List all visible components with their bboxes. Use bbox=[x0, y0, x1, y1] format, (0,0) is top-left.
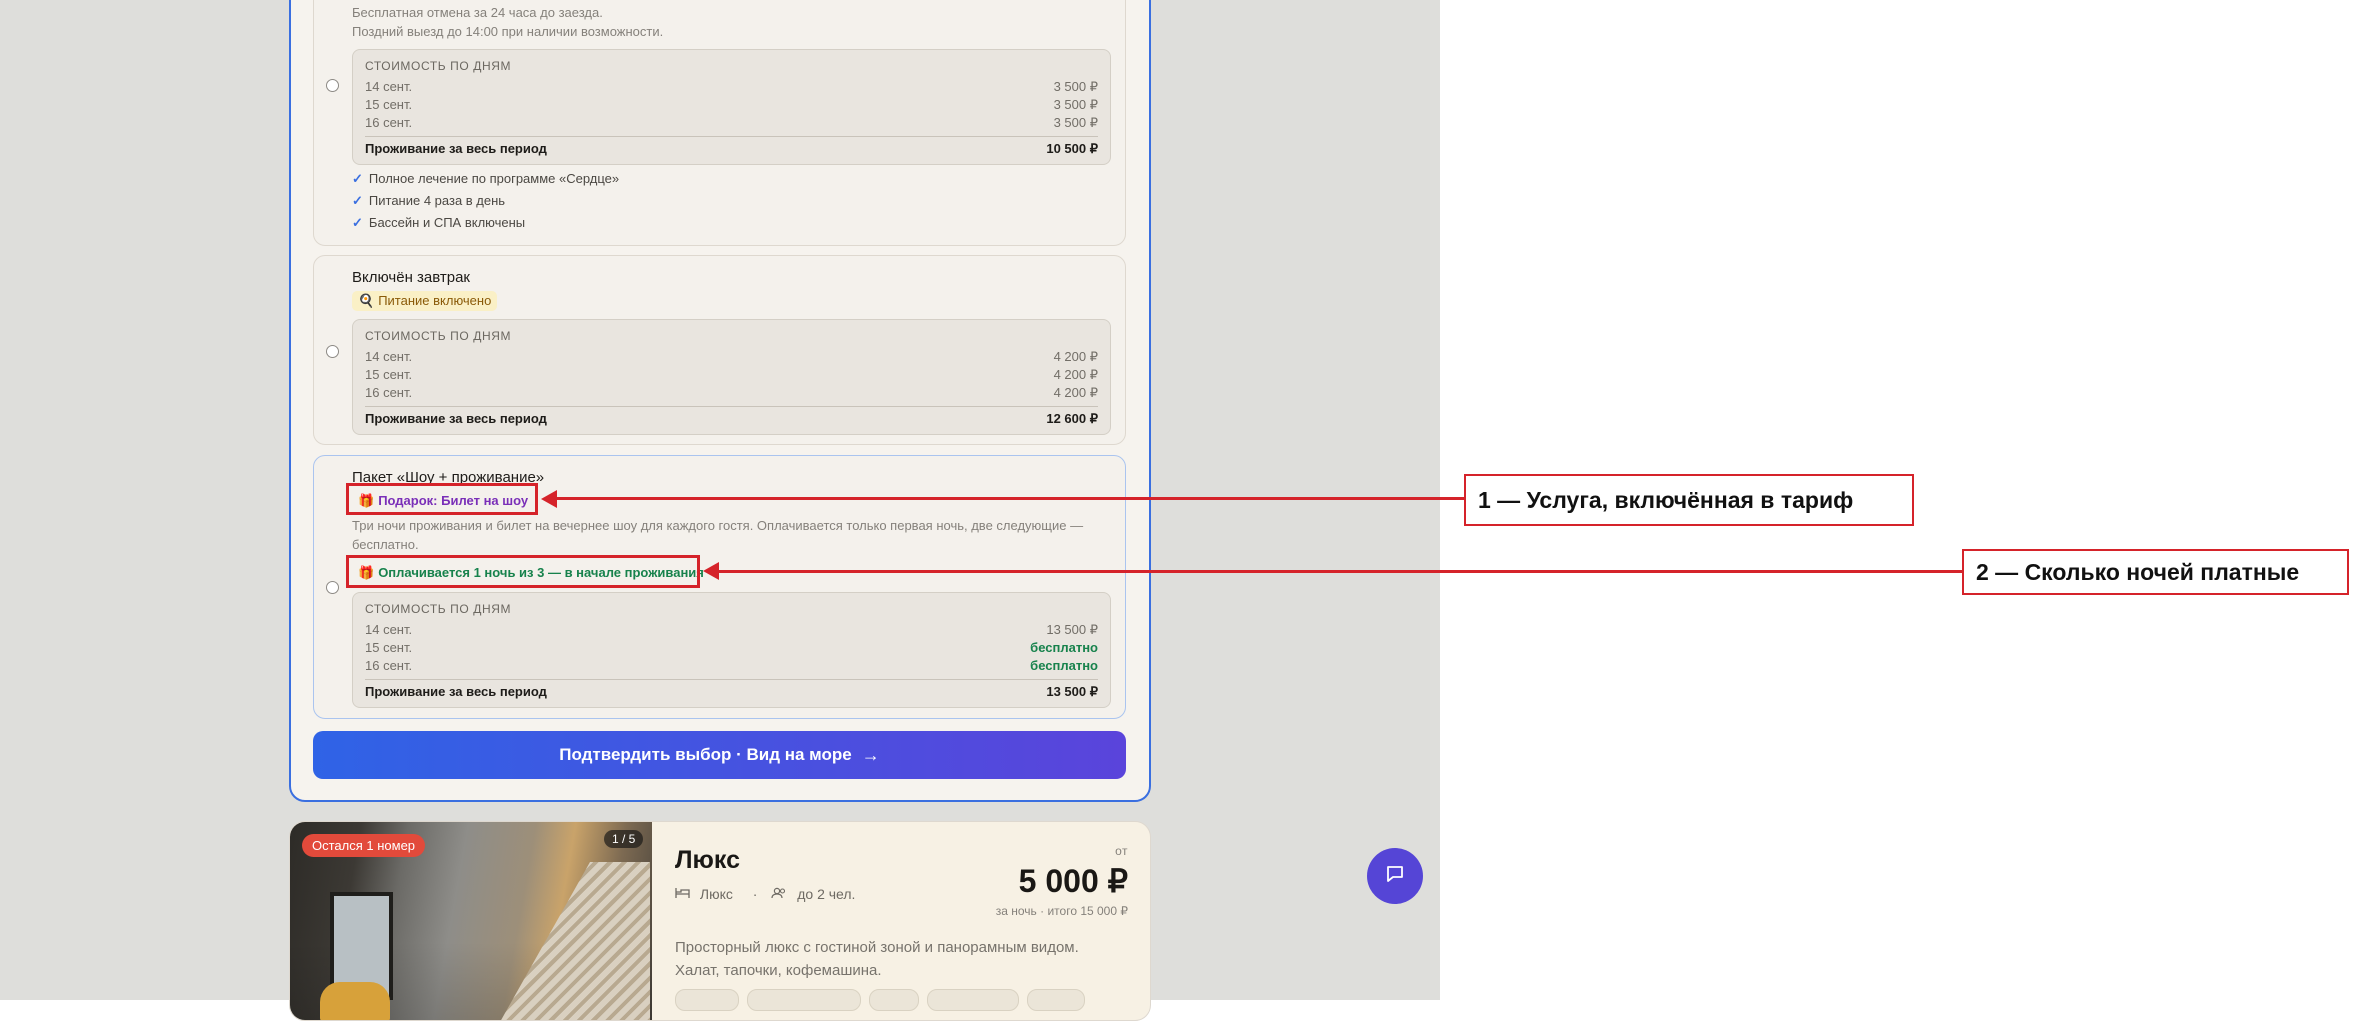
rate-radio[interactable] bbox=[326, 345, 339, 358]
price-divider bbox=[365, 406, 1098, 407]
availability-badge: Остался 1 номер bbox=[302, 834, 426, 857]
price-day-row: 14 сент. 3 500 ₽ bbox=[365, 79, 1098, 94]
price-day-row: 14 сент. 4 200 ₽ bbox=[365, 349, 1098, 364]
check-icon: ✓ bbox=[352, 215, 363, 230]
rate-policy-line: Бесплатная отмена за 24 часа до заезда. bbox=[352, 5, 603, 20]
room-photo[interactable]: Остался 1 номер 1 / 5 bbox=[290, 822, 652, 1020]
price-day-row: 16 сент. 4 200 ₽ bbox=[365, 385, 1098, 400]
price-breakdown-heading: стоимость по дням bbox=[365, 602, 512, 616]
rate-policy-line: Поздний выезд до 14:00 при наличии возмо… bbox=[352, 24, 664, 39]
amenity-chip bbox=[1027, 989, 1085, 1011]
room-card-lux[interactable]: Остался 1 номер 1 / 5 Люкс Люкс · до 2 ч… bbox=[289, 821, 1151, 1021]
price-breakdown: стоимость по дням 14 сент. 3 500 ₽ 15 сен… bbox=[352, 49, 1111, 165]
price-day-row: 15 сент. бесплатно bbox=[365, 640, 1098, 655]
room-description: Просторный люкс с гостиной зоной и панор… bbox=[675, 939, 1079, 979]
amenity-chip bbox=[927, 989, 1019, 1011]
confirm-selection-button[interactable]: Подтвердить выбор · Вид на море → bbox=[313, 731, 1126, 779]
price-from-label: от bbox=[1115, 844, 1128, 858]
users-icon bbox=[771, 886, 791, 902]
room-price: 5 000 ₽ bbox=[1018, 863, 1128, 899]
bed-icon bbox=[675, 886, 694, 902]
rate-option-breakfast[interactable]: Включён завтрак 🍳 Питание включено стоимо… bbox=[313, 255, 1126, 445]
price-total-row: Проживание за весь период 10 500 ₽ bbox=[365, 141, 1098, 156]
annotation-label-2: 2 — Сколько ночей платные bbox=[1962, 549, 2349, 595]
annotation-arrow-2 bbox=[703, 562, 719, 580]
rate-title: Включён завтрак bbox=[352, 269, 470, 286]
price-day-row: 15 сент. 3 500 ₽ bbox=[365, 97, 1098, 112]
room-price-note: за ночь · итого 15 000 ₽ bbox=[995, 904, 1128, 918]
photo-chair bbox=[320, 982, 390, 1020]
food-icon: 🍳 bbox=[358, 293, 375, 308]
amenity-chip bbox=[675, 989, 739, 1011]
price-breakdown: стоимость по дням 14 сент. 4 200 ₽ 15 сен… bbox=[352, 319, 1111, 435]
price-day-row: 15 сент. 4 200 ₽ bbox=[365, 367, 1098, 382]
annotation-line-1 bbox=[556, 497, 1464, 500]
rate-radio[interactable] bbox=[326, 79, 339, 92]
price-day-row: 16 сент. бесплатно bbox=[365, 658, 1098, 673]
room-meta: Люкс · до 2 чел. bbox=[675, 886, 861, 902]
price-day-row: 14 сент. 13 500 ₽ bbox=[365, 622, 1098, 637]
amenity-chips bbox=[675, 989, 1085, 1011]
photo-wall bbox=[500, 862, 650, 1020]
amenity-chip bbox=[747, 989, 861, 1011]
room-title: Люкс bbox=[675, 846, 740, 874]
rate-option-treatment[interactable]: Бесплатная отмена за 24 часа до заезда. … bbox=[313, 0, 1126, 246]
price-day-row: 16 сент. 3 500 ₽ bbox=[365, 115, 1098, 130]
rate-feature: ✓ Бассейн и СПА включены bbox=[352, 215, 526, 230]
chat-icon bbox=[1384, 863, 1406, 890]
price-breakdown: стоимость по дням 14 сент. 13 500 ₽ 15 се… bbox=[352, 592, 1111, 708]
chat-button[interactable] bbox=[1367, 848, 1423, 904]
rate-feature: ✓ Питание 4 раза в день bbox=[352, 193, 506, 208]
price-divider bbox=[365, 679, 1098, 680]
confirm-button-label: Подтвердить выбор · Вид на море bbox=[559, 745, 852, 764]
arrow-right-icon: → bbox=[861, 744, 880, 765]
price-total-row: Проживание за весь период 12 600 ₽ bbox=[365, 411, 1098, 426]
price-breakdown-heading: стоимость по дням bbox=[365, 329, 512, 343]
photo-counter: 1 / 5 bbox=[604, 830, 644, 848]
annotation-highlight-2 bbox=[346, 555, 700, 588]
annotation-highlight-1 bbox=[346, 483, 538, 515]
meal-badge: 🍳 Питание включено bbox=[352, 291, 498, 311]
amenity-chip bbox=[869, 989, 919, 1011]
annotation-arrow-1 bbox=[541, 490, 557, 508]
rate-description: Три ночи проживания и билет на вечернее … bbox=[352, 518, 1084, 552]
price-breakdown-heading: стоимость по дням bbox=[365, 59, 512, 73]
check-icon: ✓ bbox=[352, 193, 363, 208]
rate-feature: ✓ Полное лечение по программе «Сердце» bbox=[352, 171, 620, 186]
check-icon: ✓ bbox=[352, 171, 363, 186]
annotation-label-1: 1 — Услуга, включённая в тариф bbox=[1464, 474, 1914, 526]
rate-radio[interactable] bbox=[326, 581, 339, 594]
annotation-line-2 bbox=[718, 570, 1962, 573]
price-divider bbox=[365, 136, 1098, 137]
price-total-row: Проживание за весь период 13 500 ₽ bbox=[365, 684, 1098, 699]
